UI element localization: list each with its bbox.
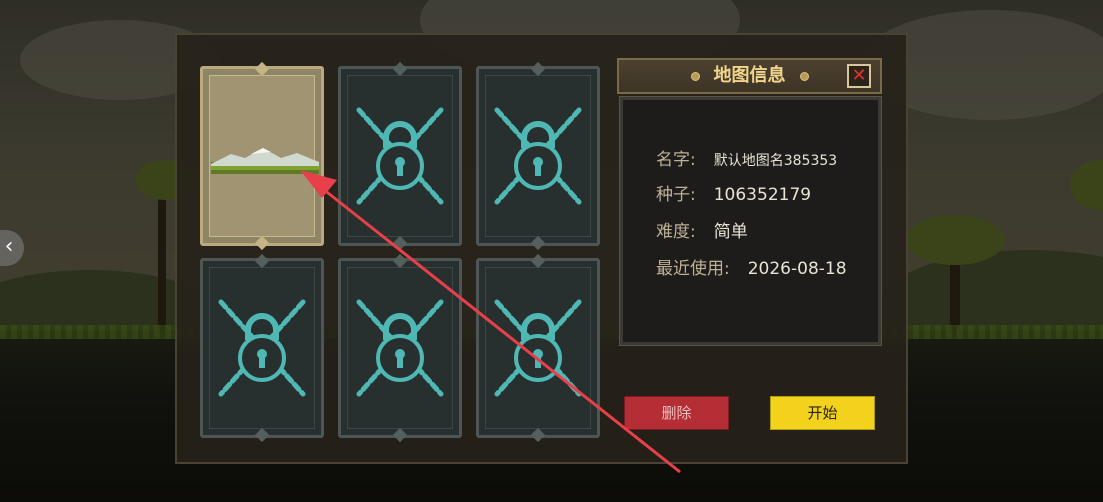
start-button[interactable]: 开始 xyxy=(770,396,875,430)
chevron-left-icon: ‹ xyxy=(4,234,14,259)
map-slot-3[interactable] xyxy=(476,61,600,251)
info-row-name: 名字: 默认地图名385353 xyxy=(656,145,837,170)
map-slot-1[interactable] xyxy=(200,61,324,251)
chained-lock-icon xyxy=(218,299,306,397)
map-info-title: 地图信息 xyxy=(713,65,786,86)
info-row-seed: 种子: 106352179 xyxy=(656,180,811,205)
chained-lock-icon xyxy=(356,107,444,205)
map-info-header: 地图信息 xyxy=(617,58,882,94)
chained-lock-icon xyxy=(494,299,582,397)
name-label: 名字: xyxy=(656,150,696,170)
close-button[interactable]: ✕ xyxy=(847,64,871,88)
map-slot-4[interactable] xyxy=(200,253,324,443)
difficulty-label: 难度: xyxy=(656,222,696,242)
info-row-difficulty: 难度: 简单 xyxy=(656,217,748,242)
map-info-box: 名字: 默认地图名385353 种子: 106352179 难度: 简单 最近使用: 2… xyxy=(619,96,882,346)
seed-label: 种子: xyxy=(656,185,696,205)
ornament-dot-icon xyxy=(690,71,700,81)
chained-lock-icon xyxy=(356,299,444,397)
landscape-icon xyxy=(211,148,319,174)
last-used-label: 最近使用: xyxy=(656,259,730,279)
difficulty-value: 简单 xyxy=(713,222,748,242)
last-used-value: 2026-08-18 xyxy=(747,259,847,279)
close-icon: ✕ xyxy=(851,65,867,86)
info-row-last-used: 最近使用: 2026-08-18 xyxy=(656,254,847,279)
delete-button[interactable]: 删除 xyxy=(624,396,729,430)
map-slot-6[interactable] xyxy=(476,253,600,443)
ornament-dot-icon xyxy=(799,71,809,81)
map-slot-5[interactable] xyxy=(338,253,462,443)
map-slot-2[interactable] xyxy=(338,61,462,251)
name-value: 默认地图名385353 xyxy=(713,153,838,169)
chained-lock-icon xyxy=(494,107,582,205)
seed-value: 106352179 xyxy=(713,185,812,205)
